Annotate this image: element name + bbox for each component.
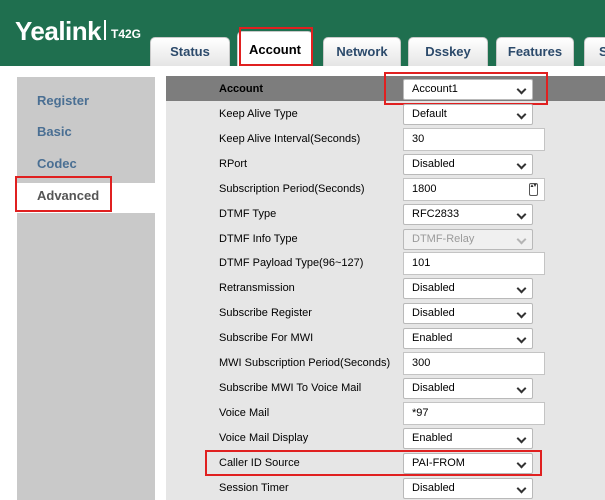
chevron-down-icon: [516, 433, 527, 444]
subscribe-for-mwi-select[interactable]: Enabled: [403, 328, 533, 349]
chevron-down-icon: [516, 109, 527, 120]
subscribe-register-select[interactable]: Disabled: [403, 303, 533, 324]
dtmf-payload-type-96-127-value: 101: [412, 257, 431, 269]
tab-features[interactable]: Features: [496, 37, 574, 66]
account-label: Account: [219, 83, 263, 95]
subscription-period-seconds-value: 1800: [412, 183, 437, 195]
sidebar-item-register[interactable]: Register: [37, 93, 89, 108]
subscribe-register-value: Disabled: [412, 307, 455, 319]
dtmf-payload-type-96-127-label: DTMF Payload Type(96~127): [219, 257, 364, 269]
dtmf-payload-type-96-127-input[interactable]: 101: [403, 252, 545, 275]
dtmf-type-select[interactable]: RFC2833: [403, 204, 533, 225]
mwi-subscription-period-seconds-input[interactable]: 300: [403, 352, 545, 375]
chevron-down-icon: [516, 209, 527, 220]
chevron-down-icon: [516, 458, 527, 469]
caller-id-source-value: PAI-FROM: [412, 457, 465, 469]
dtmf-info-type-value: DTMF-Relay: [412, 233, 475, 245]
voice-mail-input[interactable]: *97: [403, 402, 545, 425]
dtmf-type-label: DTMF Type: [219, 208, 277, 220]
keep-alive-type-select[interactable]: Default: [403, 104, 533, 125]
chevron-down-icon: [516, 383, 527, 394]
subscribe-mwi-to-voice-mail-value: Disabled: [412, 382, 455, 394]
subscribe-mwi-to-voice-mail-select[interactable]: Disabled: [403, 378, 533, 399]
chevron-down-icon: [516, 333, 527, 344]
sidebar-item-basic[interactable]: Basic: [37, 124, 72, 139]
voice-mail-label: Voice Mail: [219, 407, 270, 419]
keep-alive-type-value: Default: [412, 108, 447, 120]
keep-alive-type-label: Keep Alive Type: [219, 108, 298, 120]
rport-select[interactable]: Disabled: [403, 154, 533, 175]
top-header: Yealink T42G Status Account Network Dssk…: [0, 0, 605, 66]
tab-network[interactable]: Network: [323, 37, 401, 66]
session-timer-label: Session Timer: [219, 482, 289, 494]
caller-id-source-select[interactable]: PAI-FROM: [403, 453, 533, 474]
voice-mail-value: *97: [412, 407, 429, 419]
subscribe-register-label: Subscribe Register: [219, 307, 312, 319]
retransmission-label: Retransmission: [219, 282, 295, 294]
mwi-subscription-period-seconds-value: 300: [412, 357, 431, 369]
voice-mail-display-value: Enabled: [412, 432, 453, 444]
subscribe-mwi-to-voice-mail-label: Subscribe MWI To Voice Mail: [219, 382, 362, 394]
caller-id-source-label: Caller ID Source: [219, 457, 300, 469]
rport-label: RPort: [219, 158, 248, 170]
spinner-icon[interactable]: ▴▾: [529, 183, 538, 196]
rport-value: Disabled: [412, 158, 455, 170]
dtmf-info-type-label: DTMF Info Type: [219, 233, 298, 245]
sidebar-item-codec[interactable]: Codec: [37, 156, 77, 171]
session-timer-value: Disabled: [412, 482, 455, 494]
chevron-down-icon: [516, 234, 527, 245]
chevron-down-icon: [516, 483, 527, 494]
account-select-value: Account1: [412, 83, 458, 95]
tab-settings[interactable]: S: [584, 37, 605, 66]
chevron-down-icon: [516, 84, 527, 95]
subscribe-for-mwi-label: Subscribe For MWI: [219, 332, 314, 344]
account-select[interactable]: Account1: [403, 79, 533, 100]
subscription-period-seconds-label: Subscription Period(Seconds): [219, 183, 365, 195]
chevron-down-icon: [516, 159, 527, 170]
keep-alive-interval-seconds-value: 30: [412, 133, 425, 145]
keep-alive-interval-seconds-label: Keep Alive Interval(Seconds): [219, 133, 361, 145]
chevron-down-icon: [516, 308, 527, 319]
chevron-down-icon: [516, 283, 527, 294]
sidebar: Register Basic Codec Advanced: [17, 77, 175, 500]
keep-alive-interval-seconds-input[interactable]: 30: [403, 128, 545, 151]
subscribe-for-mwi-value: Enabled: [412, 332, 453, 344]
session-timer-select[interactable]: Disabled: [403, 478, 533, 499]
retransmission-value: Disabled: [412, 282, 455, 294]
tab-status[interactable]: Status: [150, 37, 230, 66]
tab-account[interactable]: Account: [237, 31, 313, 66]
voice-mail-display-select[interactable]: Enabled: [403, 428, 533, 449]
voice-mail-display-label: Voice Mail Display: [219, 432, 309, 444]
retransmission-select[interactable]: Disabled: [403, 278, 533, 299]
sidebar-item-advanced[interactable]: Advanced: [37, 188, 99, 203]
dtmf-info-type-select: DTMF-Relay: [403, 229, 533, 250]
mwi-subscription-period-seconds-label: MWI Subscription Period(Seconds): [219, 357, 391, 369]
subscription-period-seconds-input[interactable]: 1800 ▴▾: [403, 178, 545, 201]
tab-dsskey[interactable]: Dsskey: [408, 37, 488, 66]
dtmf-type-value: RFC2833: [412, 208, 460, 220]
